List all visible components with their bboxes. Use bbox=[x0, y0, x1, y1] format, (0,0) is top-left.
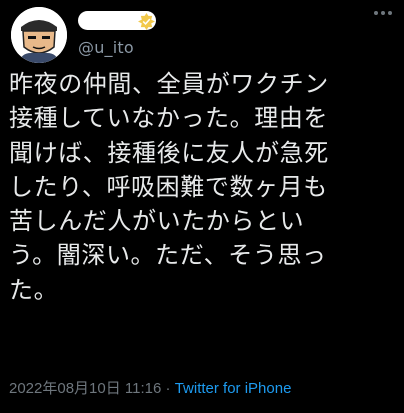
tweet-line: 昨夜の仲間、全員がワクチン bbox=[9, 70, 329, 98]
tweet-line: う。闇深い。ただ、そう思っ bbox=[9, 241, 327, 270]
tweet-line: た。 bbox=[9, 275, 59, 304]
tweet-meta: 2022年08月10日 11:16 · Twitter for iPhone bbox=[9, 377, 291, 398]
user-handle[interactable]: @u_ito bbox=[78, 38, 134, 57]
cartoon-avatar-icon bbox=[11, 7, 67, 63]
tweet-text: 昨夜の仲間、全員がワクチン 接種していなかった。理由を 聞けば、接種後に友人が急… bbox=[9, 67, 399, 307]
tweet-line: 聞けば、接種後に友人が急死 bbox=[9, 138, 329, 167]
tweet-line: 苦しんだ人がいたからとい bbox=[9, 207, 305, 236]
verified-badge-icon bbox=[138, 13, 155, 30]
tweet-source-link[interactable]: Twitter for iPhone bbox=[175, 380, 292, 397]
more-options-icon[interactable] bbox=[374, 11, 392, 15]
meta-separator: · bbox=[161, 380, 175, 397]
tweet-timestamp[interactable]: 2022年08月10日 11:16 bbox=[9, 380, 161, 397]
tweet-line: 接種していなかった。理由を bbox=[9, 104, 329, 133]
avatar[interactable] bbox=[11, 7, 67, 63]
tweet-line: したり、呼吸困難で数ヶ月も bbox=[9, 172, 328, 201]
